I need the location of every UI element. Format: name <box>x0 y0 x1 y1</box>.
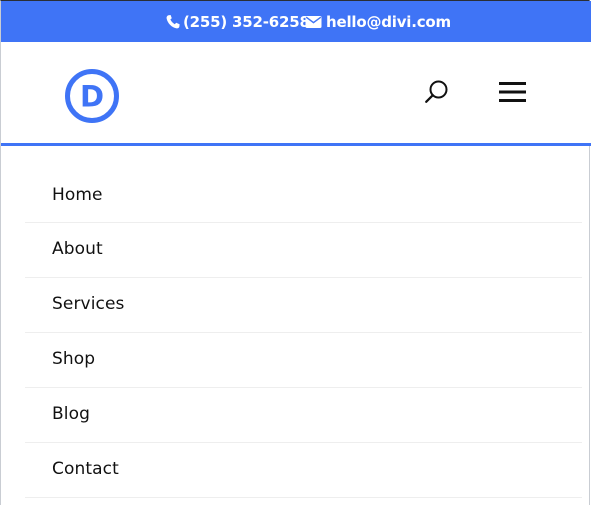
menu-link-shop[interactable]: Shop <box>52 349 95 369</box>
logo-letter: D <box>80 80 104 114</box>
header-accent-border <box>1 143 591 146</box>
hamburger-menu-button[interactable] <box>498 79 528 105</box>
menu-item-contact: Contact <box>25 443 582 498</box>
hamburger-menu-icon <box>499 82 526 102</box>
search-icon <box>425 80 448 103</box>
envelope-icon <box>305 16 322 28</box>
menu-item-shop: Shop <box>25 333 582 388</box>
search-button[interactable] <box>423 78 451 106</box>
menu-link-blog[interactable]: Blog <box>52 404 90 424</box>
phone-icon <box>166 15 180 29</box>
email-address: hello@divi.com <box>326 13 451 31</box>
menu-item-blog: Blog <box>25 388 582 443</box>
browser-frame: (255) 352-6258 hello@divi.com D Home Abo… <box>0 0 591 505</box>
menu-link-home[interactable]: Home <box>52 185 103 205</box>
divi-logo[interactable]: D <box>64 68 120 124</box>
menu-link-services[interactable]: Services <box>52 294 125 314</box>
menu-link-about[interactable]: About <box>52 239 103 259</box>
email-link[interactable]: hello@divi.com <box>305 13 451 31</box>
phone-link[interactable]: (255) 352-6258 <box>165 13 310 31</box>
mobile-menu: Home About Services Shop Blog Contact <box>25 169 582 498</box>
menu-link-contact[interactable]: Contact <box>52 459 119 479</box>
menu-item-services: Services <box>25 278 582 333</box>
phone-number: (255) 352-6258 <box>183 13 310 31</box>
menu-item-about: About <box>25 223 582 278</box>
site-header: D <box>1 42 591 143</box>
menu-item-home: Home <box>25 169 582 223</box>
top-bar: (255) 352-6258 hello@divi.com <box>1 1 591 42</box>
